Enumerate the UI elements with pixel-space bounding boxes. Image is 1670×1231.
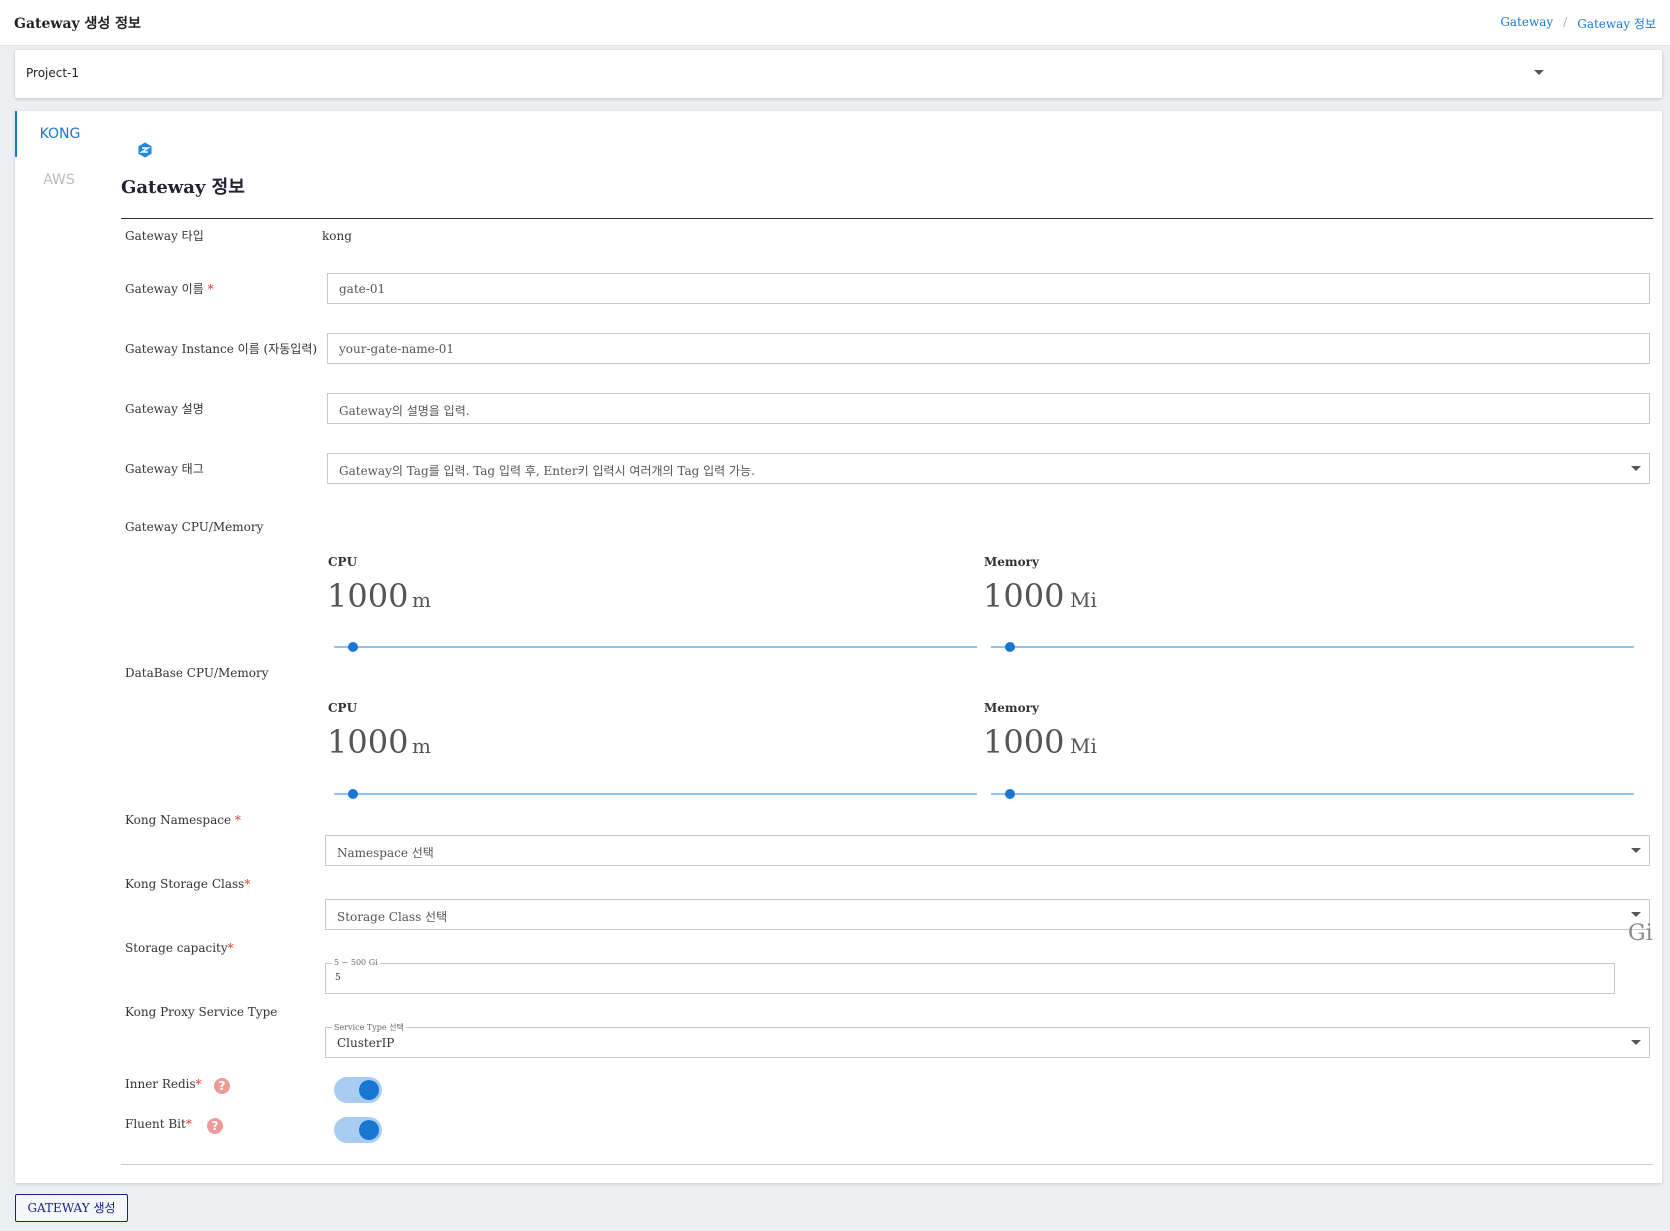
namespace-placeholder: Namespace 선택 bbox=[337, 846, 434, 860]
proxy-service-type-label: Kong Proxy Service Type bbox=[125, 1005, 278, 1019]
create-gateway-button[interactable]: GATEWAY 생성 bbox=[15, 1194, 128, 1222]
proxy-service-type-value: ClusterIP bbox=[337, 1036, 395, 1050]
required-asterisk: * bbox=[227, 941, 234, 955]
db-memory-slider-thumb[interactable] bbox=[1005, 789, 1015, 799]
gateway-type-label: Gateway 타입 bbox=[125, 229, 204, 243]
storage-class-placeholder: Storage Class 선택 bbox=[337, 910, 448, 924]
storage-capacity-value: 5 bbox=[335, 973, 341, 983]
db-cpu-slider-thumb[interactable] bbox=[348, 789, 358, 799]
gateway-form-card: KONG AWS Gateway 정보 Gateway 타입 kong Gate… bbox=[15, 111, 1662, 1183]
gateway-type-value: kong bbox=[322, 229, 352, 243]
required-asterisk: * bbox=[234, 813, 241, 827]
gateway-cpu-value: 1000 bbox=[327, 577, 409, 615]
section-title: Gateway 정보 bbox=[121, 177, 245, 198]
tab-aws[interactable]: AWS bbox=[15, 157, 103, 203]
chevron-down-icon bbox=[1631, 1040, 1641, 1045]
description-label: Gateway 설명 bbox=[125, 402, 204, 416]
storage-capacity-unit: Gi bbox=[1628, 921, 1653, 946]
db-memory-label: Memory bbox=[984, 701, 1039, 715]
inner-redis-toggle[interactable] bbox=[334, 1077, 382, 1103]
proxy-service-type-select[interactable]: Service Type 선택 ClusterIP bbox=[325, 1022, 1650, 1058]
gateway-name-label: Gateway 이름 * bbox=[125, 280, 214, 297]
tab-kong[interactable]: KONG bbox=[15, 111, 103, 157]
storage-capacity-legend: 5 ~ 500 Gi bbox=[332, 958, 380, 967]
gateway-resources-label: Gateway CPU/Memory bbox=[125, 520, 264, 534]
section-divider bbox=[121, 218, 1653, 219]
instance-name-input[interactable]: your-gate-name-01 bbox=[327, 333, 1650, 364]
fluent-bit-toggle[interactable] bbox=[334, 1117, 382, 1143]
db-cpu-value: 1000 bbox=[327, 723, 409, 761]
db-cpu-unit: m bbox=[412, 734, 431, 758]
chevron-down-icon bbox=[1534, 70, 1544, 75]
gateway-cpu-slider-track[interactable] bbox=[334, 646, 977, 648]
proxy-service-type-legend: Service Type 선택 bbox=[332, 1022, 406, 1033]
db-memory-slider-track[interactable] bbox=[991, 793, 1634, 795]
storage-capacity-label-text: Storage capacity bbox=[125, 941, 228, 955]
gateway-cpu-slider-thumb[interactable] bbox=[348, 642, 358, 652]
db-cpu-label: CPU bbox=[328, 701, 358, 715]
breadcrumb-gateway-info-link[interactable]: Gateway 정보 bbox=[1577, 15, 1656, 32]
instance-name-label: Gateway Instance 이름 (자동입력) bbox=[125, 342, 318, 356]
help-icon[interactable]: ? bbox=[214, 1078, 230, 1094]
gateway-memory-unit: Mi bbox=[1070, 588, 1097, 612]
gateway-name-label-text: Gateway 이름 bbox=[125, 282, 204, 296]
fluent-bit-label-text: Fluent Bit bbox=[125, 1117, 186, 1131]
gateway-name-value: gate-01 bbox=[339, 282, 386, 296]
namespace-select[interactable]: Namespace 선택 bbox=[325, 835, 1650, 866]
tags-placeholder: Gateway의 Tag를 입력. Tag 입력 후, Enter키 입력시 여… bbox=[339, 464, 755, 478]
required-asterisk: * bbox=[185, 1117, 192, 1131]
description-input[interactable]: Gateway의 설명을 입력. bbox=[327, 393, 1650, 424]
required-asterisk: * bbox=[195, 1077, 202, 1091]
form-bottom-divider bbox=[121, 1164, 1653, 1165]
storage-capacity-input[interactable]: 5 ~ 500 Gi 5 bbox=[325, 958, 1615, 994]
help-icon[interactable]: ? bbox=[207, 1118, 223, 1134]
required-asterisk: * bbox=[207, 282, 214, 296]
breadcrumb-gateway-link[interactable]: Gateway bbox=[1500, 15, 1553, 32]
gateway-cpu-label: CPU bbox=[328, 555, 358, 569]
project-select[interactable]: Project-1 bbox=[15, 50, 1662, 98]
storage-class-label-text: Kong Storage Class bbox=[125, 877, 245, 891]
chevron-down-icon bbox=[1631, 466, 1641, 471]
db-resources-label: DataBase CPU/Memory bbox=[125, 666, 269, 680]
top-bar: Gateway 생성 정보 Gateway / Gateway 정보 bbox=[0, 0, 1670, 46]
inner-redis-label-text: Inner Redis bbox=[125, 1077, 196, 1091]
toggle-knob bbox=[359, 1120, 379, 1140]
gateway-memory-value: 1000 bbox=[983, 577, 1065, 615]
chevron-down-icon bbox=[1631, 912, 1641, 917]
tags-label: Gateway 태그 bbox=[125, 462, 204, 476]
gateway-memory-slider-track[interactable] bbox=[991, 646, 1634, 648]
breadcrumb: Gateway / Gateway 정보 bbox=[1500, 15, 1656, 32]
db-memory-unit: Mi bbox=[1070, 734, 1097, 758]
description-placeholder: Gateway의 설명을 입력. bbox=[339, 404, 470, 418]
breadcrumb-separator: / bbox=[1563, 15, 1568, 29]
required-asterisk: * bbox=[244, 877, 251, 891]
db-memory-value: 1000 bbox=[983, 723, 1065, 761]
toggle-knob bbox=[359, 1080, 379, 1100]
gateway-name-input[interactable]: gate-01 bbox=[327, 273, 1650, 304]
fluent-bit-label: Fluent Bit* bbox=[125, 1117, 192, 1131]
inner-redis-label: Inner Redis* bbox=[125, 1077, 202, 1091]
kong-logo-icon bbox=[138, 142, 152, 158]
storage-class-label: Kong Storage Class* bbox=[125, 877, 250, 891]
project-select-value: Project-1 bbox=[26, 66, 80, 80]
instance-name-value: your-gate-name-01 bbox=[339, 342, 455, 356]
tags-combobox[interactable]: Gateway의 Tag를 입력. Tag 입력 후, Enter키 입력시 여… bbox=[327, 453, 1650, 484]
storage-capacity-label: Storage capacity* bbox=[125, 941, 234, 955]
namespace-label: Kong Namespace * bbox=[125, 813, 241, 827]
chevron-down-icon bbox=[1631, 848, 1641, 853]
storage-class-select[interactable]: Storage Class 선택 bbox=[325, 899, 1650, 930]
gateway-cpu-unit: m bbox=[412, 588, 431, 612]
namespace-label-text: Kong Namespace bbox=[125, 813, 232, 827]
gateway-memory-label: Memory bbox=[984, 555, 1039, 569]
gateway-memory-slider-thumb[interactable] bbox=[1005, 642, 1015, 652]
page-title: Gateway 생성 정보 bbox=[14, 16, 141, 32]
db-cpu-slider-track[interactable] bbox=[334, 793, 977, 795]
